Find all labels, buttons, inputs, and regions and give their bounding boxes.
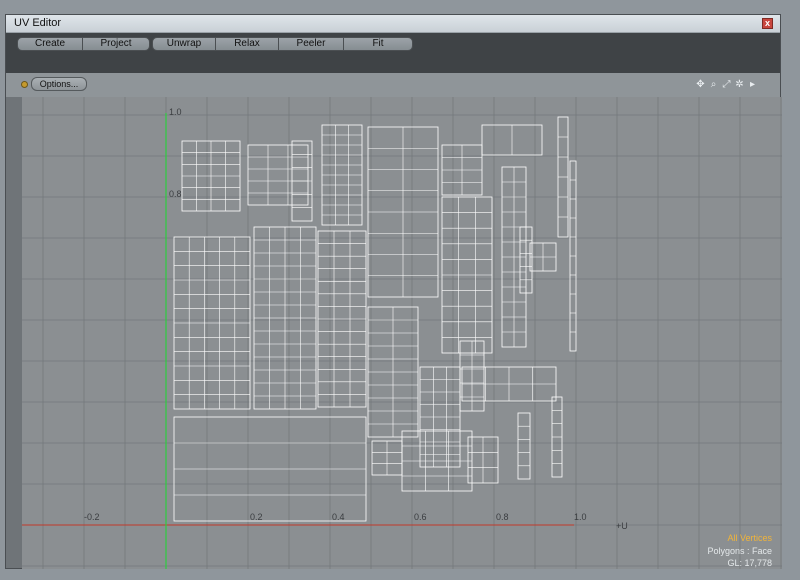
unwrap-button[interactable]: Unwrap	[152, 37, 216, 51]
uv-editor-window: UV Editor x Create Project Unwrap Relax …	[5, 14, 782, 569]
peeler-button[interactable]: Peeler	[278, 37, 344, 51]
v-axis-top-label: 1.0	[169, 107, 182, 117]
zoom-icon[interactable]: ⌕	[708, 79, 719, 90]
u-tick-label: 0.4	[332, 512, 345, 522]
u-axis-label: +U	[616, 521, 628, 531]
fit-view-icon[interactable]: ⤢	[721, 79, 732, 90]
viewport-status-icon[interactable]	[21, 81, 28, 88]
v-axis-mid-label: 0.8	[169, 189, 182, 199]
u-tick-label: 1.0	[574, 512, 587, 522]
u-tick-label: -0.2	[84, 512, 100, 522]
u-tick-label: 0.8	[496, 512, 509, 522]
window-title: UV Editor	[14, 17, 62, 29]
arrow-right-icon[interactable]: ▸	[747, 79, 758, 90]
u-tick-label: 0.6	[414, 512, 427, 522]
polygon-mode-label: Polygons : Face	[707, 546, 772, 556]
create-button[interactable]: Create	[17, 37, 83, 51]
title-bar[interactable]: UV Editor x	[6, 15, 780, 33]
selection-mode-label: All Vertices	[727, 533, 772, 543]
uv-islands	[173, 116, 577, 522]
uv-canvas[interactable]	[22, 97, 782, 569]
close-button[interactable]: x	[762, 18, 773, 29]
project-button[interactable]: Project	[82, 37, 150, 51]
viewport-header: Options... ✥ ⌕ ⤢ ✲ ▸	[6, 73, 780, 97]
u-tick-label: 0.2	[250, 512, 263, 522]
gl-count-label: GL: 17,778	[727, 558, 772, 568]
gear-icon[interactable]: ✲	[734, 79, 745, 90]
fit-button[interactable]: Fit	[343, 37, 413, 51]
options-button[interactable]: Options...	[31, 77, 87, 91]
toolbar: Create Project Unwrap Relax Peeler Fit	[6, 33, 780, 73]
move-view-icon[interactable]: ✥	[695, 79, 706, 90]
relax-button[interactable]: Relax	[215, 37, 279, 51]
uv-viewport[interactable]: 1.0 0.8 -0.2 0.2 0.4 0.6 0.8 1.0 +U All …	[22, 97, 782, 569]
